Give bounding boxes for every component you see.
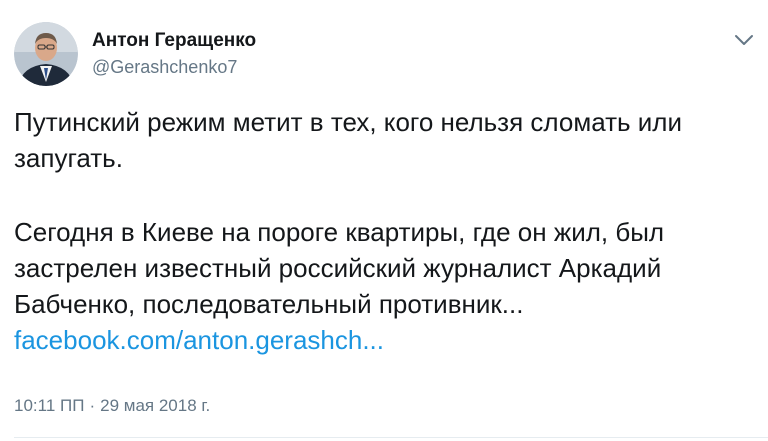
tweet-card: Антон Геращенко @Gerashchenko7 Путинский…	[0, 0, 768, 441]
tweet-date: 29 мая 2018 г.	[100, 396, 211, 415]
divider	[14, 437, 768, 438]
tweet-link[interactable]: facebook.com/anton.gerashch...	[14, 325, 384, 355]
tweet-time: 10:11 ПП	[14, 396, 85, 415]
chevron-down-icon[interactable]	[733, 33, 755, 47]
avatar-photo	[14, 22, 78, 86]
tweet-text: Путинский режим метит в тех, кого нельзя…	[14, 104, 754, 358]
tweet-text-line: Путинский режим метит в тех, кого нельзя…	[14, 107, 682, 137]
author-handle[interactable]: @Gerashchenko7	[92, 57, 237, 78]
tweet-text-line: Сегодня в Киеве на пороге квартиры, где …	[14, 217, 665, 247]
author-display-name[interactable]: Антон Геращенко	[92, 30, 256, 52]
avatar[interactable]	[14, 22, 78, 86]
timestamp-separator: ·	[89, 396, 96, 415]
tweet-text-line: застрелен известный российский журналист…	[14, 253, 662, 283]
tweet-text-line: запугать.	[14, 143, 123, 173]
tweet-timestamp[interactable]: 10:11 ПП · 29 мая 2018 г.	[14, 396, 210, 416]
tweet-text-line: Бабченко, последовательный противник...	[14, 289, 524, 319]
